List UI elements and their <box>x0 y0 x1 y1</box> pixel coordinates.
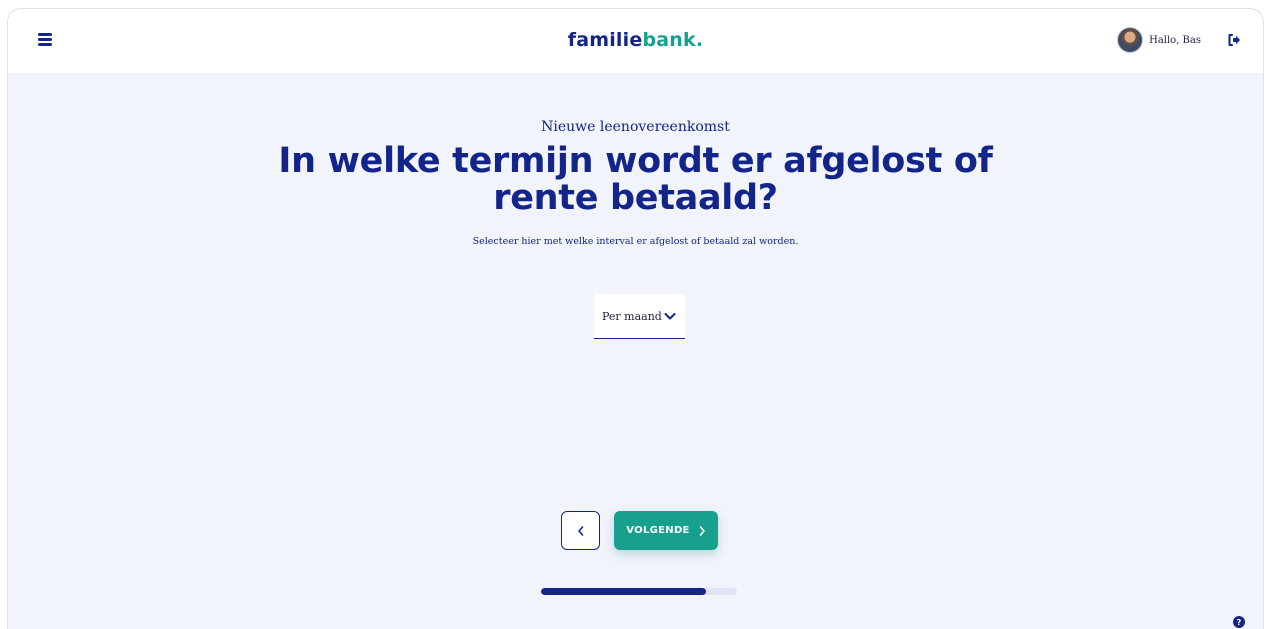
page-subtitle: Selecteer hier met welke interval er afg… <box>472 236 799 247</box>
chevron-down-icon <box>664 313 676 320</box>
top-bar: familiebank. Hallo, Bas <box>8 9 1263 73</box>
page-title: In welke termijn wordt er afgelost of re… <box>278 141 993 218</box>
question-icon[interactable]: ? <box>1233 616 1245 628</box>
avatar[interactable] <box>1117 27 1144 53</box>
interval-select[interactable]: Per maand <box>594 294 685 339</box>
back-button[interactable] <box>561 511 600 550</box>
user-menu[interactable]: Hallo, Bas <box>1117 27 1201 53</box>
app-window: familiebank. Hallo, Bas Nieuwe leenovere… <box>7 8 1264 629</box>
logout-icon[interactable] <box>1227 33 1241 47</box>
next-button[interactable]: VOLGENDE <box>614 511 718 550</box>
progress-bar-fill <box>541 588 706 595</box>
interval-select-value: Per maand <box>602 309 662 323</box>
logo[interactable]: familiebank. <box>8 29 1263 51</box>
next-button-label: VOLGENDE <box>626 525 690 536</box>
progress-bar <box>541 588 737 595</box>
user-greeting: Hallo, Bas <box>1149 34 1201 46</box>
page-eyebrow: Nieuwe leenovereenkomst <box>541 119 730 135</box>
chevron-right-icon <box>699 525 705 536</box>
chevron-left-icon <box>577 525 583 536</box>
